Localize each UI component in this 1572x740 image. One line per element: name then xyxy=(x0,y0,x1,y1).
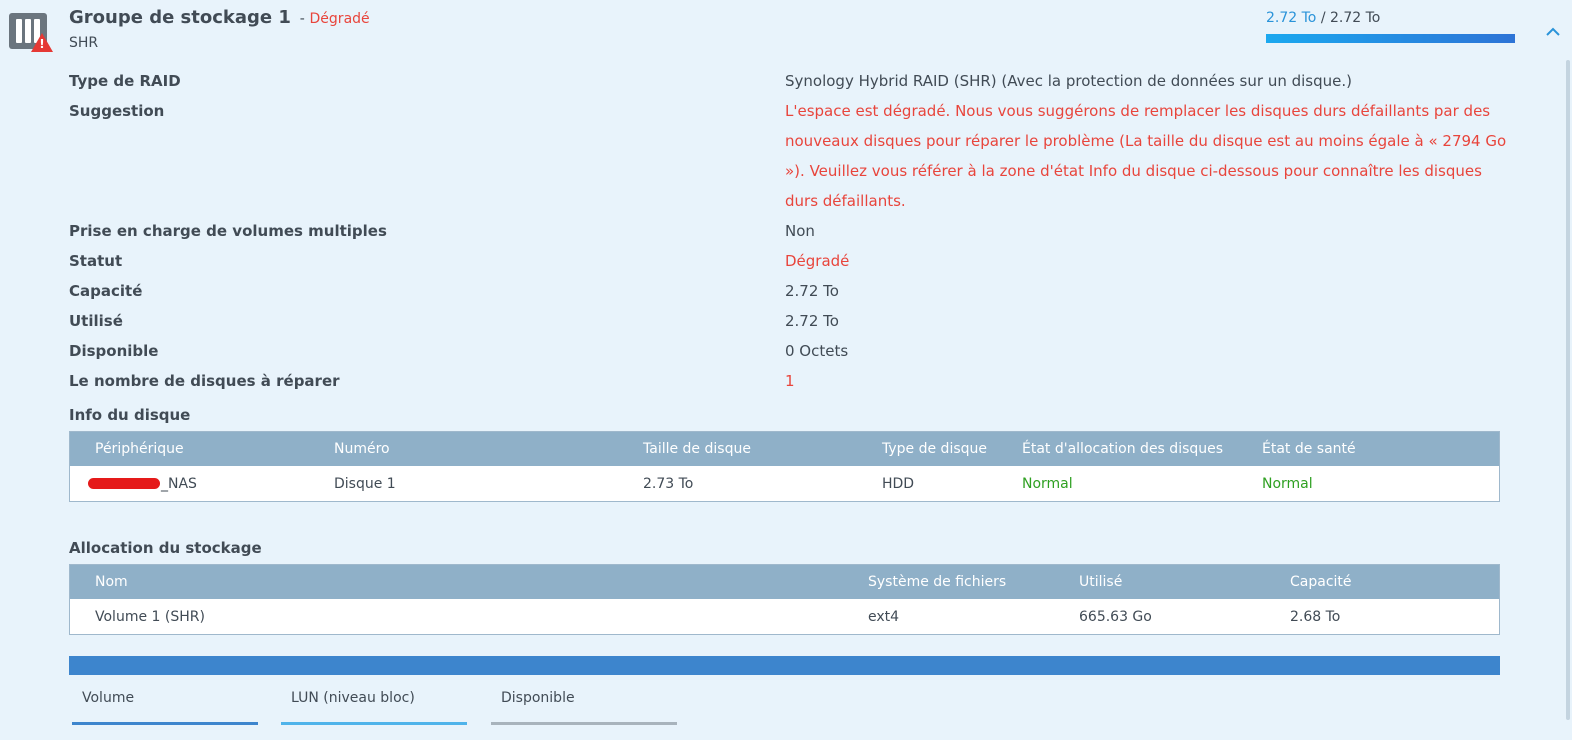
disk-number-cell: Disque 1 xyxy=(334,475,396,492)
info-value: 2.72 To xyxy=(785,282,839,300)
info-row-multiple-volumes: Prise en charge de volumes multiples Non xyxy=(69,216,1509,246)
allocation-status-cell: Normal xyxy=(1022,475,1073,492)
pool-raid-type: SHR xyxy=(69,35,99,51)
device-name: _NAS xyxy=(161,475,197,492)
column-header[interactable]: État d'allocation des disques xyxy=(1022,441,1262,457)
info-row-used: Utilisé 2.72 To xyxy=(69,306,1509,336)
info-value: Non xyxy=(785,222,815,240)
usage-text: 2.72 To / 2.72 To xyxy=(1266,10,1380,26)
table-header: Nom Système de fichiers Utilisé Capacité xyxy=(70,565,1499,599)
disk-info-table: Périphérique Numéro Taille de disque Typ… xyxy=(69,431,1500,502)
redaction-mark xyxy=(88,478,160,489)
pool-title: Groupe de stockage 1 xyxy=(69,7,291,28)
disk-info-title: Info du disque xyxy=(69,406,191,424)
allocation-title: Allocation du stockage xyxy=(69,539,262,557)
info-row-suggestion: Suggestion L'espace est dégradé. Nous vo… xyxy=(69,96,1509,216)
column-header[interactable]: Numéro xyxy=(334,441,643,457)
info-value: 1 xyxy=(785,372,795,390)
info-label: Type de RAID xyxy=(69,72,181,90)
legend-available: Disponible xyxy=(501,690,575,706)
info-label: Capacité xyxy=(69,282,143,300)
device-cell: _NAS xyxy=(70,476,334,492)
table-row[interactable]: _NAS Disque 1 2.73 To HDD Normal Normal xyxy=(70,466,1499,501)
info-row-disks-to-repair: Le nombre de disques à réparer 1 xyxy=(69,366,1509,396)
column-header[interactable]: État de santé xyxy=(1262,441,1462,457)
info-label: Prise en charge de volumes multiples xyxy=(69,222,387,240)
info-value: Dégradé xyxy=(785,252,850,270)
info-value: L'espace est dégradé. Nous vous suggéron… xyxy=(785,102,1507,210)
legend-lun-line xyxy=(281,722,467,725)
column-header[interactable]: Type de disque xyxy=(882,441,1022,457)
usage-bar-fill xyxy=(1266,34,1515,43)
allocation-bar xyxy=(69,656,1500,675)
info-label: Suggestion xyxy=(69,102,165,120)
capacity-cell: 2.68 To xyxy=(1290,608,1341,625)
chevron-up-icon[interactable] xyxy=(1545,24,1561,40)
usage-total: 2.72 To xyxy=(1330,10,1381,26)
info-row-capacity: Capacité 2.72 To xyxy=(69,276,1509,306)
scrollbar[interactable] xyxy=(1564,0,1572,740)
usage-used: 2.72 To xyxy=(1266,10,1317,26)
storage-pool-icon: ! xyxy=(9,13,53,52)
info-value: 2.72 To xyxy=(785,312,839,330)
scrollbar-thumb[interactable] xyxy=(1566,60,1570,720)
legend-volume-line xyxy=(72,722,258,725)
column-header[interactable]: Périphérique xyxy=(70,441,334,457)
usage-separator: / xyxy=(1316,10,1330,26)
legend-available-line xyxy=(491,722,677,725)
used-cell: 665.63 Go xyxy=(1079,608,1152,625)
volume-name-cell: Volume 1 (SHR) xyxy=(95,608,205,625)
info-label: Disponible xyxy=(69,342,159,360)
title-separator: - xyxy=(299,11,305,27)
filesystem-cell: ext4 xyxy=(868,608,900,625)
table-header: Périphérique Numéro Taille de disque Typ… xyxy=(70,432,1499,466)
allocation-table: Nom Système de fichiers Utilisé Capacité… xyxy=(69,564,1500,635)
column-header[interactable]: Système de fichiers xyxy=(868,574,1079,590)
pool-title-row: Groupe de stockage 1 - Dégradé xyxy=(69,7,370,28)
disk-type-cell: HDD xyxy=(882,475,915,492)
pool-info-list: Type de RAID Synology Hybrid RAID (SHR) … xyxy=(69,66,1509,396)
table-row[interactable]: Volume 1 (SHR) ext4 665.63 Go 2.68 To xyxy=(70,599,1499,634)
pool-status: Dégradé xyxy=(309,11,370,27)
legend-lun: LUN (niveau bloc) xyxy=(291,690,415,706)
info-label: Le nombre de disques à réparer xyxy=(69,372,340,390)
column-header[interactable]: Taille de disque xyxy=(643,441,882,457)
info-value: Synology Hybrid RAID (SHR) (Avec la prot… xyxy=(785,72,1352,90)
column-header[interactable]: Utilisé xyxy=(1079,574,1290,590)
info-row-status: Statut Dégradé xyxy=(69,246,1509,276)
info-row-raid-type: Type de RAID Synology Hybrid RAID (SHR) … xyxy=(69,66,1509,96)
column-header[interactable]: Nom xyxy=(70,574,868,590)
info-label: Utilisé xyxy=(69,312,123,330)
health-status-cell: Normal xyxy=(1262,475,1313,492)
column-header[interactable]: Capacité xyxy=(1290,574,1490,590)
info-value: 0 Octets xyxy=(785,342,849,360)
legend-volume: Volume xyxy=(82,690,135,706)
info-label: Statut xyxy=(69,252,123,270)
usage-bar xyxy=(1266,34,1515,43)
info-row-available: Disponible 0 Octets xyxy=(69,336,1509,366)
disk-size-cell: 2.73 To xyxy=(643,475,694,492)
